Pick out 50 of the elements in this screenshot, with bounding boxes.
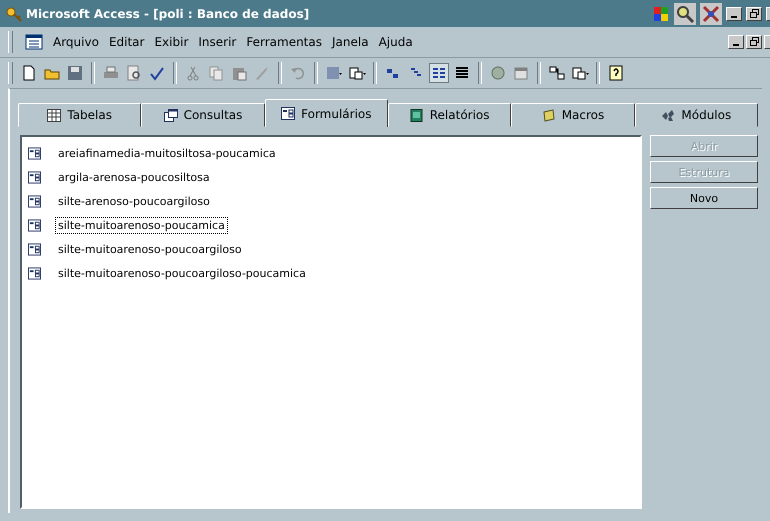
list-item[interactable]: silte-muitoarenoso-poucoargiloso [55, 240, 245, 258]
key-icon [6, 6, 22, 22]
magnifier-icon[interactable] [674, 2, 696, 24]
form-icon [28, 218, 41, 232]
report-icon [410, 108, 424, 122]
tab[interactable]: Relatórios [388, 103, 512, 127]
tab[interactable]: Formulários [264, 99, 388, 127]
save-icon[interactable] [66, 64, 84, 82]
minimize-button[interactable] [728, 35, 744, 49]
menu-item[interactable]: Ferramentas [246, 35, 322, 49]
list-item[interactable]: silte-muitoarenoso-poucamica [55, 216, 228, 234]
database-window-icon [25, 34, 43, 50]
form-icon [28, 170, 41, 184]
query-icon [164, 108, 178, 122]
form-icon [28, 266, 41, 280]
minimize-button[interactable] [726, 6, 742, 20]
restore-icon [750, 37, 758, 46]
window-title: Microsoft Access - [poli : Banco de dados] [26, 6, 310, 20]
restore-icon [750, 8, 758, 18]
menu-item[interactable]: Editar [108, 35, 144, 49]
list-item[interactable]: argila-arenosa-poucosiltosa [55, 168, 213, 186]
restore-button[interactable] [746, 6, 762, 20]
list-item[interactable]: silte-arenoso-poucoargiloso [55, 192, 213, 210]
form-icon [28, 146, 41, 160]
list-view-icon[interactable] [430, 64, 448, 82]
list-item[interactable]: silte-muitoarenoso-poucoargiloso-poucamica [55, 264, 309, 282]
form-icon [281, 107, 296, 120]
minimize-icon [731, 16, 737, 18]
restore-button[interactable] [746, 35, 762, 49]
list-item[interactable]: areiafinamedia-muitosiltosa-poucamica [55, 144, 279, 162]
table-icon [47, 108, 62, 122]
action-button[interactable]: Novo [650, 187, 758, 209]
help-icon[interactable] [607, 64, 625, 82]
menu-item[interactable]: Ajuda [378, 35, 413, 49]
tab[interactable]: Macros [511, 103, 635, 127]
menu-item[interactable]: Exibir [154, 35, 188, 49]
minimize-icon [733, 44, 739, 46]
form-icon [28, 242, 41, 256]
macro-icon [542, 108, 556, 122]
tab[interactable]: Tabelas [18, 103, 142, 127]
menu-item[interactable]: Janela [332, 35, 369, 49]
module-icon [661, 108, 676, 122]
tab[interactable]: Módulos [634, 103, 758, 127]
menu-item[interactable]: Inserir [198, 35, 236, 49]
relationships-icon[interactable] [548, 64, 566, 82]
office-icon[interactable] [652, 4, 670, 22]
menu-item[interactable]: Arquivo [53, 35, 99, 49]
copy-icon[interactable] [207, 64, 225, 82]
form-icon [28, 194, 41, 208]
tab[interactable]: Consultas [141, 103, 265, 127]
